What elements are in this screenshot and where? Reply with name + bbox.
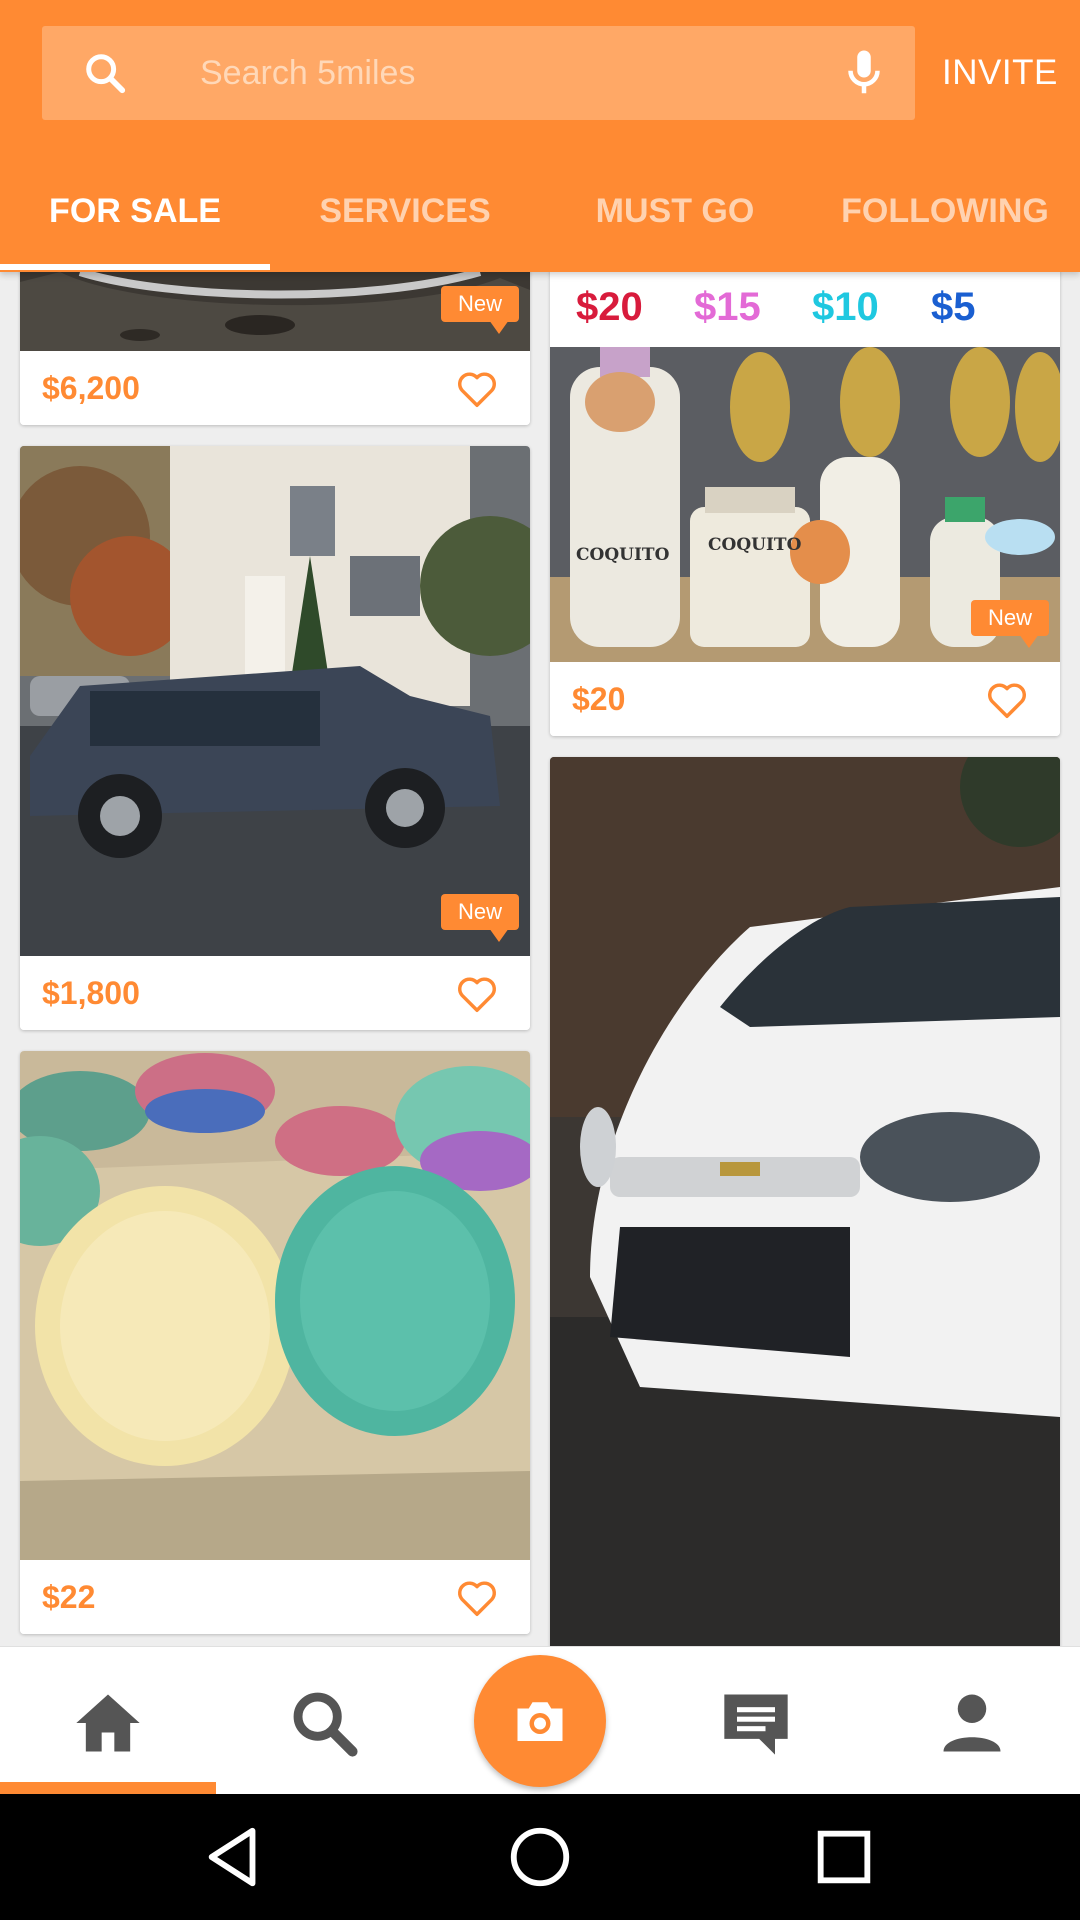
flyer-price: $15 — [694, 285, 761, 329]
search-bar[interactable]: Search 5miles — [42, 26, 915, 120]
search-icon — [293, 1692, 358, 1757]
invite-button[interactable]: INVITE — [942, 26, 1058, 120]
blue-suv-photo — [20, 446, 530, 956]
listing-price: $20 — [572, 681, 626, 717]
listing-card[interactable] — [550, 757, 1060, 1657]
app-bar: Search 5miles INVITE FOR SALE SERVICES M… — [0, 0, 1080, 272]
listing-card[interactable]: New $1,800 — [20, 446, 530, 1030]
tab-must-go[interactable]: MUST GO — [540, 170, 810, 270]
listing-price: $1,800 — [42, 975, 140, 1011]
white-sedan-photo — [550, 757, 1060, 1657]
tab-for-sale[interactable]: FOR SALE — [0, 170, 270, 270]
listing-card[interactable]: $20 $15 $10 $5 COQUITO COQUITO New $20 — [550, 200, 1060, 736]
new-badge: New — [971, 600, 1049, 648]
new-badge: New — [441, 894, 519, 942]
price-row: $1,800 — [20, 956, 530, 1030]
bottle-label: COQUITO — [708, 535, 802, 555]
price-row: $6,200 — [20, 351, 530, 425]
nav-home[interactable] — [0, 1647, 216, 1795]
nav-profile[interactable] — [864, 1647, 1080, 1795]
price-row: $22 — [20, 1560, 530, 1634]
search-icon[interactable] — [82, 50, 128, 96]
listing-card[interactable]: $22 — [20, 1051, 530, 1634]
heart-icon[interactable] — [984, 676, 1030, 722]
active-tab-indicator — [0, 264, 270, 270]
chat-icon — [724, 1694, 788, 1755]
flyer-price: $10 — [812, 285, 879, 329]
heart-icon[interactable] — [454, 1574, 500, 1620]
new-badge: New — [441, 286, 519, 334]
flyer-price-strip: $20 $15 $10 $5 — [550, 272, 1060, 342]
mic-icon[interactable] — [837, 46, 891, 100]
tab-following[interactable]: FOLLOWING — [810, 170, 1080, 270]
person-icon — [943, 1694, 1001, 1752]
flyer-price: $20 — [576, 285, 643, 329]
heart-icon[interactable] — [454, 970, 500, 1016]
nav-messages[interactable] — [648, 1647, 864, 1795]
home-icon — [76, 1694, 140, 1752]
system-navigation-bar — [0, 1794, 1080, 1920]
nav-search[interactable] — [216, 1647, 432, 1795]
search-input[interactable]: Search 5miles — [200, 26, 415, 120]
back-icon[interactable] — [200, 1822, 270, 1892]
listing-price: $22 — [42, 1579, 96, 1615]
flyer-price: $5 — [931, 285, 976, 329]
listing-price: $6,200 — [42, 370, 140, 406]
nav-active-indicator — [0, 1782, 216, 1794]
price-row: $20 — [550, 662, 1060, 736]
heart-icon[interactable] — [454, 365, 500, 411]
home-circle-icon[interactable] — [505, 1822, 575, 1892]
sell-camera-button[interactable] — [474, 1655, 606, 1787]
recents-icon[interactable] — [809, 1822, 879, 1892]
category-tabs: FOR SALE SERVICES MUST GO FOLLOWING — [0, 170, 1080, 270]
camera-icon — [517, 1702, 563, 1741]
tab-services[interactable]: SERVICES — [270, 170, 540, 270]
colorful-plates-photo — [20, 1051, 530, 1560]
bottle-label: COQUITO — [576, 545, 670, 565]
